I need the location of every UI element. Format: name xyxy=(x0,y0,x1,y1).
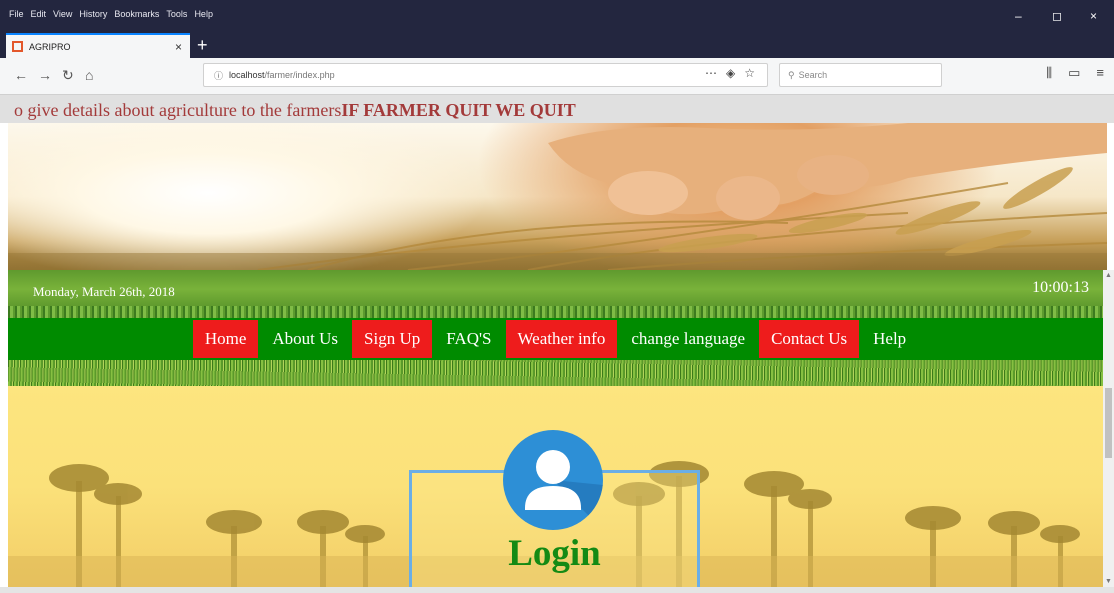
browser-tab[interactable]: AGRIPRO × xyxy=(6,33,190,58)
wheat-hand-illustration xyxy=(8,123,1107,270)
browser-titlebar: File Edit View History Bookmarks Tools H… xyxy=(0,0,1114,33)
favicon-icon xyxy=(12,41,23,52)
hamburger-menu-icon[interactable]: ≡ xyxy=(1096,65,1104,81)
menu-edit[interactable]: Edit xyxy=(31,9,47,19)
nav-change-language[interactable]: change language xyxy=(619,320,757,358)
nav-sign-up[interactable]: Sign Up xyxy=(352,320,433,358)
vertical-scrollbar[interactable]: ▲ ▼ xyxy=(1103,270,1114,587)
menu-view[interactable]: View xyxy=(53,9,72,19)
menu-file[interactable]: File xyxy=(9,9,24,19)
reload-icon[interactable]: ↻ xyxy=(62,67,74,84)
search-placeholder: Search xyxy=(798,70,828,80)
menu-help[interactable]: Help xyxy=(194,9,213,19)
scroll-up-icon[interactable]: ▲ xyxy=(1105,272,1112,279)
menu-history[interactable]: History xyxy=(79,9,107,19)
bookmark-star-icon[interactable]: ☆ xyxy=(744,66,755,80)
forward-arrow-icon[interactable]: → xyxy=(38,67,52,83)
user-silhouette-icon xyxy=(525,450,603,530)
search-input[interactable]: ⚲ Search xyxy=(779,63,942,87)
url-actions: ⋯ ◈ ☆ xyxy=(705,66,755,80)
close-window-button[interactable]: × xyxy=(1090,9,1097,23)
home-icon[interactable]: ⌂ xyxy=(85,67,93,83)
current-time: 10:00:13 xyxy=(1032,279,1089,296)
maximize-button[interactable]: ◻ xyxy=(1052,9,1062,23)
nav-about-us[interactable]: About Us xyxy=(260,320,350,358)
nav-faqs[interactable]: FAQ'S xyxy=(434,320,503,358)
menu-tools[interactable]: Tools xyxy=(166,9,187,19)
site-info-icon[interactable]: ⓘ xyxy=(214,69,223,82)
tab-title: AGRIPRO xyxy=(29,41,71,52)
page-actions-icon[interactable]: ⋯ xyxy=(705,66,717,80)
horizontal-scrollbar[interactable] xyxy=(0,587,1114,593)
nav-help[interactable]: Help xyxy=(861,320,918,358)
toolbar-icons: ⫼ ▭ ≡ xyxy=(1046,65,1104,81)
nav-contact-us[interactable]: Contact Us xyxy=(759,320,860,358)
search-icon: ⚲ xyxy=(788,69,795,80)
grass-strip xyxy=(8,360,1103,386)
user-avatar-icon xyxy=(503,430,603,530)
main-nav: Home About Us Sign Up FAQ'S Weather info… xyxy=(8,318,1103,360)
current-date: Monday, March 26th, 2018 xyxy=(33,284,175,299)
url-path: /farmer/index.php xyxy=(264,70,335,80)
nav-home[interactable]: Home xyxy=(192,320,259,358)
header-banner-image xyxy=(8,123,1107,270)
page-main: Monday, March 26th, 2018 10:00:13 Home A… xyxy=(8,270,1103,587)
date-bar: Monday, March 26th, 2018 10:00:13 xyxy=(8,270,1103,318)
menu-bookmarks[interactable]: Bookmarks xyxy=(114,9,159,19)
marquee-banner: o give details about agriculture to the … xyxy=(0,95,1114,123)
scrollbar-thumb[interactable] xyxy=(1105,388,1112,458)
back-arrow-icon[interactable]: ← xyxy=(14,67,28,83)
library-icon[interactable]: ⫼ xyxy=(1046,65,1052,81)
marquee-text: o give details about agriculture to the … xyxy=(14,100,342,120)
pocket-icon[interactable]: ◈ xyxy=(726,66,735,80)
url-host: localhost xyxy=(229,70,265,80)
minimize-button[interactable]: – xyxy=(1015,9,1022,23)
browser-menubar: File Edit View History Bookmarks Tools H… xyxy=(9,9,213,19)
sidebar-icon[interactable]: ▭ xyxy=(1068,65,1080,81)
url-bar[interactable]: ⓘ localhost/farmer/index.php xyxy=(203,63,768,87)
grass-texture xyxy=(8,306,1103,318)
nav-weather-info[interactable]: Weather info xyxy=(505,320,618,358)
login-title: Login xyxy=(508,533,601,574)
scroll-down-icon[interactable]: ▼ xyxy=(1105,578,1112,585)
marquee-slogan: IF FARMER QUIT WE QUIT xyxy=(341,100,576,120)
new-tab-button[interactable]: + xyxy=(197,33,208,58)
tab-close-icon[interactable]: × xyxy=(175,40,182,54)
